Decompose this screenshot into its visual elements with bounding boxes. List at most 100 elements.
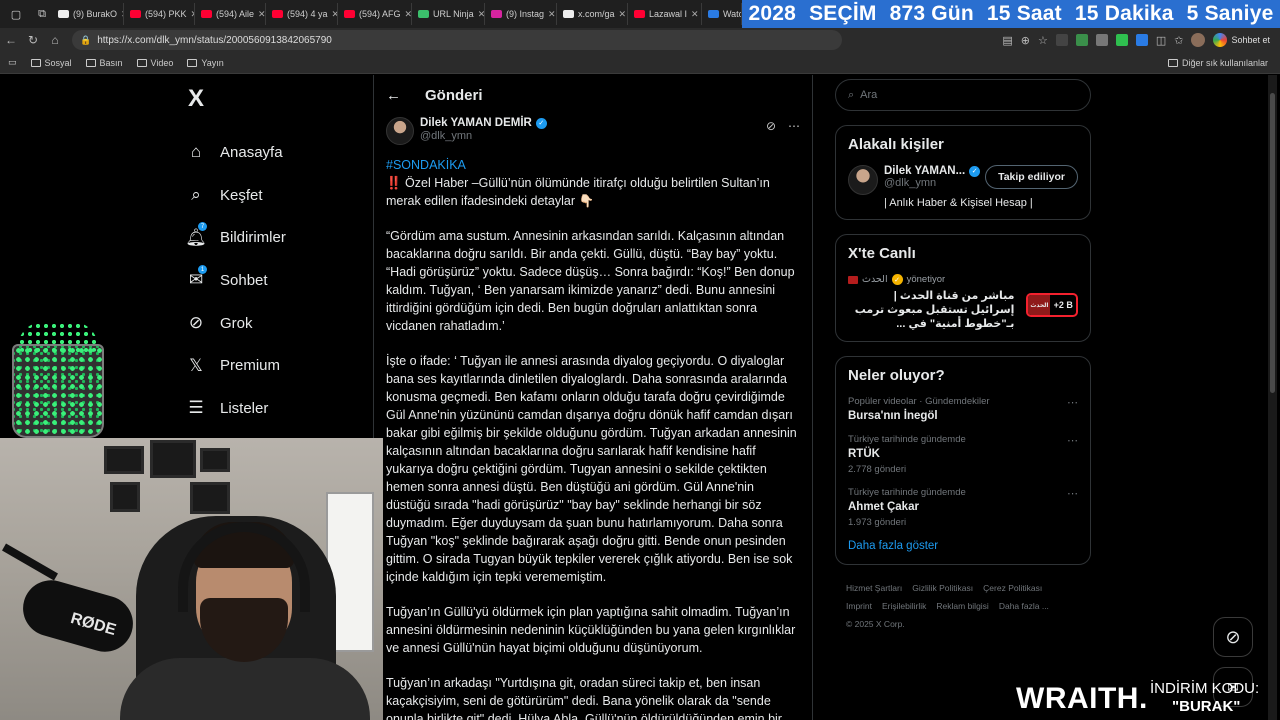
folder-icon	[30, 58, 41, 67]
bookmarks-menu-icon[interactable]: ▭	[8, 57, 17, 68]
browser-tab[interactable]: x.com/ga ✕	[557, 3, 628, 25]
nav-item[interactable]: 🔔︎ 7 Bildirimler	[185, 216, 366, 259]
trend-item[interactable]: Türkiye tarihinde gündemde RTÜK 2.778 gönd…	[848, 434, 1078, 475]
browser-tab[interactable]: URL Ninja ✕	[412, 3, 485, 25]
close-tab-icon[interactable]: ✕	[405, 9, 411, 20]
nav-item[interactable]: ⌂ Anasayfa	[186, 131, 366, 174]
close-tab-icon[interactable]: ✕	[478, 9, 484, 20]
zoom-icon[interactable]: ⊕	[1021, 34, 1030, 47]
countdown-days: 873 Gün	[889, 2, 974, 25]
footer-link[interactable]: Imprint	[846, 601, 872, 611]
extension-icon[interactable]	[1095, 34, 1108, 46]
show-more-link[interactable]: Daha fazla göster	[848, 540, 1078, 552]
tab-favicon-icon	[201, 10, 212, 18]
browser-tab[interactable]: (9) BurakO✕	[52, 3, 124, 25]
extension-icon[interactable]	[1135, 34, 1148, 46]
bookmark-folder[interactable]: Basın	[85, 57, 123, 68]
footer-link[interactable]: Daha fazla ...	[999, 601, 1049, 611]
close-tab-icon[interactable]: ✕	[548, 9, 556, 20]
url-field[interactable]: 🔒 https://x.com/dlk_ymn/status/200056091…	[72, 30, 842, 50]
tab-label: URL Ninja	[433, 9, 474, 19]
home-icon[interactable]: ⌂	[44, 33, 66, 47]
close-tab-icon[interactable]: ✕	[258, 9, 265, 20]
trend-topic: Ahmet Çakar	[848, 501, 919, 513]
footer-link[interactable]: Hizmet Şartları	[846, 583, 902, 593]
browser-tab[interactable]: (594) AFG ✕	[338, 3, 412, 25]
more-options-icon[interactable]: ⋯	[1067, 487, 1078, 500]
nav-item[interactable]: ⌕ Keşfet	[186, 174, 366, 217]
person-handle: @dlk_ymn	[884, 177, 937, 189]
more-options-icon[interactable]: ⋯	[1067, 396, 1078, 409]
author-avatar[interactable]	[386, 117, 414, 145]
browser-tab[interactable]: (594) PKK✕	[124, 3, 195, 25]
close-tab-icon[interactable]: ✕	[619, 9, 627, 20]
hashtag-link[interactable]: #SONDAKİKA	[386, 156, 800, 174]
nav-item[interactable]: ☰ Listeler	[186, 387, 366, 430]
extension-icon[interactable]	[1055, 34, 1068, 46]
bookmark-folder[interactable]: Sosyal	[30, 58, 72, 68]
back-arrow-icon[interactable]: ←	[386, 87, 401, 104]
url-text: https://x.com/dlk_ymn/status/20005609138…	[97, 34, 332, 46]
nav-item[interactable]: 𝕏 Premium	[186, 344, 366, 387]
following-button[interactable]: Takip ediliyor	[985, 165, 1078, 189]
more-options-icon[interactable]: ⋯	[788, 119, 800, 133]
page-scrollbar[interactable]	[1268, 75, 1277, 720]
split-screen-icon[interactable]: ◫	[1156, 34, 1166, 47]
footer-link[interactable]: Reklam bilgisi	[936, 601, 988, 611]
footer-link[interactable]: Erişilebilirlik	[882, 601, 926, 611]
favorites-icon[interactable]: ✩	[1174, 34, 1183, 47]
folder-icon	[187, 58, 198, 67]
search-icon: ⌕	[191, 185, 201, 205]
footer-link[interactable]: Çerez Politikası	[983, 583, 1042, 593]
workspaces-icon[interactable]: ⧉	[32, 4, 52, 24]
live-item[interactable]: مباشر من قناة الحدث | إسرائيل تستقبل مبع…	[848, 289, 1078, 331]
bookmark-folder[interactable]: Video	[136, 58, 173, 68]
tab-label: (594) 4 ya	[287, 9, 328, 19]
x-logo[interactable]: X	[188, 85, 366, 113]
verified-badge-icon: ✓	[891, 274, 903, 285]
wall-frame	[150, 440, 196, 478]
grok-explain-icon[interactable]: ⊘	[766, 119, 776, 133]
bookmark-folder[interactable]: Yayın	[187, 58, 224, 68]
browser-tab[interactable]: (594) Aile ✕	[195, 3, 266, 25]
copilot-label: Sohbet et	[1231, 35, 1270, 45]
person-name[interactable]: Dilek YAMAN...	[884, 165, 965, 177]
extension-icon[interactable]	[1115, 34, 1128, 46]
live-thumbnail[interactable]: الحدث +2 B	[1026, 293, 1078, 317]
trend-item[interactable]: Türkiye tarihinde gündemde Ahmet Çakar 1.9…	[848, 487, 1078, 528]
nav-item[interactable]: ⊘ Grok	[186, 302, 366, 345]
nav-item[interactable]: ✉ 1 Sohbet	[186, 259, 366, 302]
post-author: Dilek YAMAN DEMİR ✓ @dlk_ymn ⊘ ⋯	[386, 117, 800, 151]
bookmark-label: Basın	[99, 57, 123, 68]
scrollbar-thumb[interactable]	[1270, 93, 1275, 393]
countdown-hours: 15 Saat	[986, 2, 1062, 25]
reload-icon[interactable]: ↻	[22, 33, 44, 47]
author-handle[interactable]: @dlk_ymn	[420, 130, 547, 142]
profile-avatar[interactable]	[1191, 33, 1206, 47]
reader-icon[interactable]: ▤	[1002, 34, 1012, 47]
nav-item-label: Listeler	[220, 399, 269, 417]
related-person[interactable]: Dilek YAMAN... ✓ @dlk_ymn Takip ediliyor	[848, 165, 1078, 195]
author-name[interactable]: Dilek YAMAN DEMİR	[420, 117, 532, 129]
back-icon[interactable]: ←	[0, 33, 22, 47]
browser-tab[interactable]: (594) 4 ya✕	[266, 3, 338, 25]
trend-context: Türkiye tarihinde gündemde	[848, 434, 966, 445]
tab-label: Lazawal I	[649, 9, 688, 19]
browser-tab[interactable]: Lazawal I ✕	[628, 3, 702, 25]
close-tab-icon[interactable]: ✕	[691, 9, 699, 20]
browser-tab[interactable]: Watc	[702, 3, 742, 25]
more-options-icon[interactable]: ⋯	[1067, 434, 1078, 447]
extension-icon[interactable]	[1075, 34, 1088, 46]
browser-tab[interactable]: (9) Instag ✕	[485, 3, 557, 25]
avatar[interactable]	[848, 165, 878, 195]
other-bookmarks[interactable]: Diğer sık kullanılanlar	[1167, 58, 1268, 68]
trend-item[interactable]: Popüler videolar · Gündemdekiler Bursa'nı…	[848, 396, 1078, 422]
search-box[interactable]: ⌕ Ara	[835, 79, 1091, 111]
grok-floating-button[interactable]: ⊘	[1213, 617, 1253, 657]
copilot-button[interactable]: Sohbet et	[1213, 33, 1270, 47]
footer-link[interactable]: Gizlilik Politikası	[912, 583, 973, 593]
tab-actions-icon[interactable]: ▢	[6, 4, 26, 24]
browser-tab-bar: ▢ ⧉ (9) BurakO✕(594) PKK✕(594) Aile✕(594…	[0, 0, 1280, 28]
favorite-star-icon[interactable]: ☆	[1038, 34, 1048, 47]
countdown-year: 2028	[748, 2, 797, 25]
